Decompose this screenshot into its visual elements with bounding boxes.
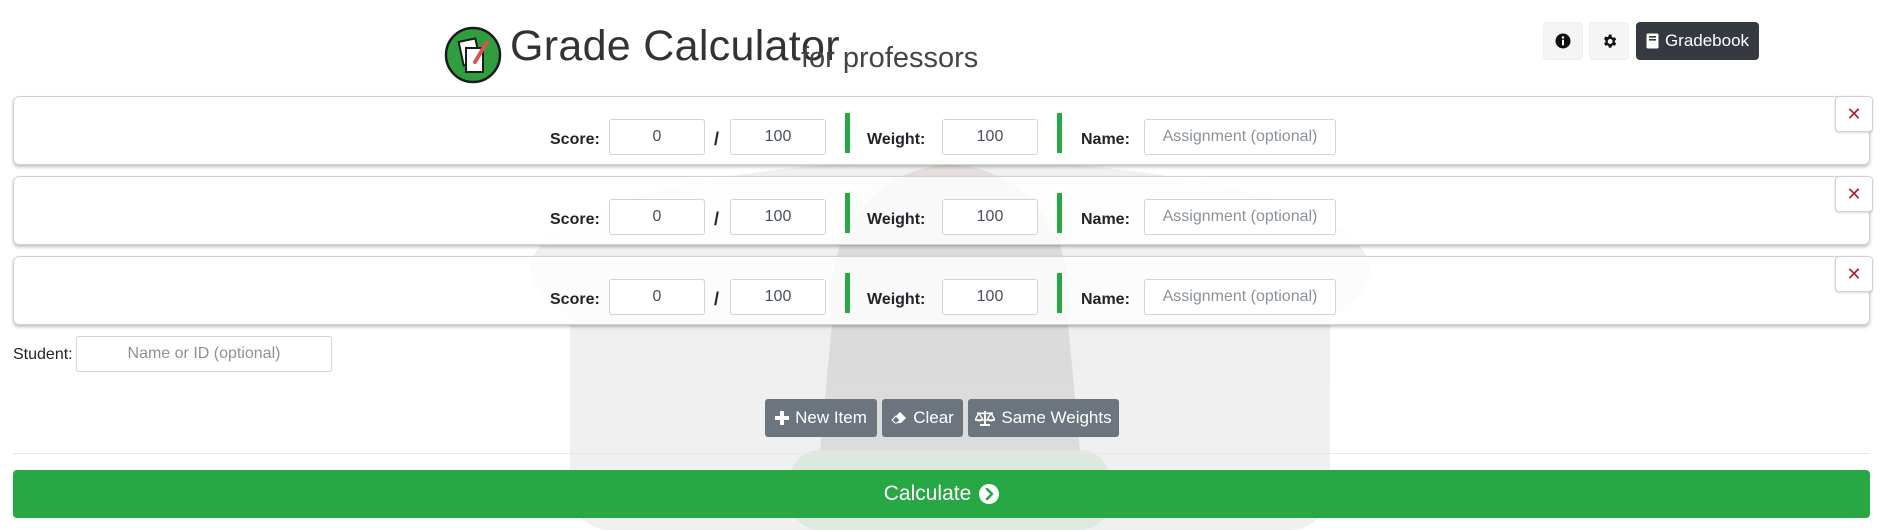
chevron-circle-right-icon (979, 484, 1000, 504)
page-title: Grade Calculator (510, 22, 840, 70)
student-label: Student: (13, 346, 73, 363)
divider-bar (845, 273, 850, 313)
name-label: Name: (1081, 291, 1130, 308)
student-input[interactable] (76, 336, 332, 372)
page-subtitle: for professors (801, 42, 979, 74)
score-input[interactable] (609, 119, 705, 155)
divider-bar (1057, 113, 1062, 153)
header: Grade Calculator for professors Gradeboo… (0, 0, 1880, 92)
gradebook-label: Gradebook (1664, 31, 1750, 50)
total-input[interactable] (730, 279, 826, 315)
weight-input[interactable] (942, 119, 1038, 155)
divider-bar (845, 113, 850, 153)
clear-button[interactable]: Clear (882, 399, 963, 437)
score-separator: / (714, 289, 720, 309)
remove-item-button[interactable]: ✕ (1835, 256, 1873, 292)
assignment-name-input[interactable] (1144, 279, 1336, 315)
score-label: Score: (550, 131, 600, 148)
section-divider (13, 453, 1870, 454)
grade-item-row: Score: / Weight: Name: ✕ (13, 256, 1873, 325)
weight-label: Weight: (867, 291, 926, 308)
info-button[interactable] (1543, 22, 1583, 60)
weight-label: Weight: (867, 131, 926, 148)
gear-icon (1603, 34, 1616, 48)
name-label: Name: (1081, 211, 1130, 228)
weight-label: Weight: (867, 211, 926, 228)
close-icon: ✕ (1846, 263, 1862, 284)
score-separator: / (714, 209, 720, 229)
total-input[interactable] (730, 199, 826, 235)
balance-scale-icon (975, 411, 996, 426)
same-weights-label: Same Weights (1001, 408, 1112, 427)
logo (444, 26, 502, 84)
gradebook-button[interactable]: Gradebook (1636, 22, 1759, 60)
clear-label: Clear (913, 408, 954, 427)
remove-item-button[interactable]: ✕ (1835, 176, 1873, 212)
divider-bar (845, 193, 850, 233)
divider-bar (1057, 193, 1062, 233)
score-separator: / (714, 129, 720, 149)
remove-item-button[interactable]: ✕ (1835, 96, 1873, 132)
score-input[interactable] (609, 199, 705, 235)
grade-item-row: Score: / Weight: Name: ✕ (13, 96, 1873, 165)
name-label: Name: (1081, 131, 1130, 148)
calculate-button[interactable]: Calculate (13, 470, 1870, 518)
divider-bar (1057, 273, 1062, 313)
close-icon: ✕ (1846, 103, 1862, 124)
close-icon: ✕ (1846, 183, 1862, 204)
new-item-label: New Item (795, 408, 867, 427)
new-item-button[interactable]: New Item (765, 399, 877, 437)
score-label: Score: (550, 291, 600, 308)
weight-input[interactable] (942, 279, 1038, 315)
calculate-label: Calculate (883, 482, 972, 505)
assignment-name-input[interactable] (1144, 199, 1336, 235)
book-icon (1646, 33, 1659, 49)
assignment-name-input[interactable] (1144, 119, 1336, 155)
weight-input[interactable] (942, 199, 1038, 235)
grade-item-row: Score: / Weight: Name: ✕ (13, 176, 1873, 245)
eraser-icon (891, 412, 907, 424)
settings-button[interactable] (1589, 22, 1629, 60)
score-input[interactable] (609, 279, 705, 315)
plus-icon (775, 411, 790, 425)
same-weights-button[interactable]: Same Weights (968, 399, 1119, 437)
total-input[interactable] (730, 119, 826, 155)
info-circle-icon (1555, 33, 1571, 49)
score-label: Score: (550, 211, 600, 228)
